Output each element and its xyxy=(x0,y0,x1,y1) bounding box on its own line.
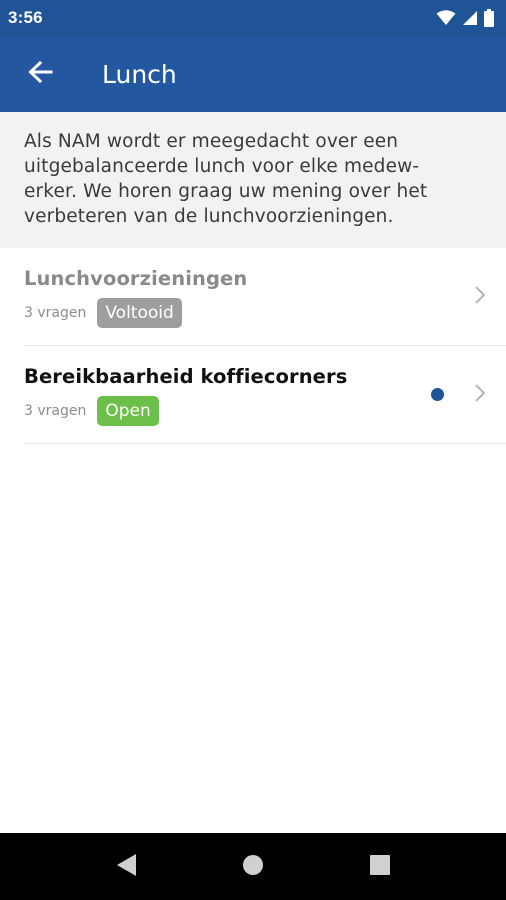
nav-home-button[interactable] xyxy=(213,833,293,900)
cellular-signal-icon xyxy=(462,10,478,26)
status-icons xyxy=(436,9,494,27)
survey-item-lunchvoorzieningen[interactable]: Lunchvoorzieningen 3 vragen Voltooid xyxy=(24,248,506,346)
question-count: 3 vragen xyxy=(24,305,87,321)
screen: 3:56 Lunch Als NAM wordt er meegedacht o xyxy=(0,0,506,900)
status-badge: Voltooid xyxy=(97,298,182,328)
status-bar: 3:56 xyxy=(0,0,506,36)
app-bar: Lunch xyxy=(0,36,506,112)
status-time: 3:56 xyxy=(8,8,43,27)
recents-square-icon xyxy=(370,854,390,879)
battery-icon xyxy=(484,9,494,27)
navigation-bar xyxy=(0,833,506,900)
intro-text: Als NAM wordt er meegedacht over een uit… xyxy=(0,112,506,248)
chevron-right-icon xyxy=(474,383,486,407)
intro-line: erker. We horen graag uw mening over het xyxy=(24,181,428,202)
nav-back-button[interactable] xyxy=(86,833,166,900)
back-button[interactable] xyxy=(0,36,80,112)
status-badge: Open xyxy=(97,396,159,426)
home-circle-icon xyxy=(242,854,264,880)
unread-dot xyxy=(431,388,444,401)
survey-title: Bereikbaarheid koffiecorners xyxy=(24,365,348,388)
survey-list: Lunchvoorzieningen 3 vragen Voltooid Ber… xyxy=(0,248,506,444)
page-title: Lunch xyxy=(102,59,177,89)
survey-title: Lunchvoorzieningen xyxy=(24,267,248,290)
survey-meta: 3 vragen Open xyxy=(24,396,159,426)
survey-meta: 3 vragen Voltooid xyxy=(24,298,182,328)
nav-recents-button[interactable] xyxy=(340,833,420,900)
intro-line: Als NAM wordt er meegedacht over een xyxy=(24,131,399,152)
intro-line: uitgebalanceerde lunch voor elke medew- xyxy=(24,156,420,177)
survey-item-bereikbaarheid-koffiecorners[interactable]: Bereikbaarheid koffiecorners 3 vragen Op… xyxy=(24,346,506,444)
back-triangle-icon xyxy=(115,853,137,881)
intro-line: verbeteren van de lunchvoorzieningen. xyxy=(24,206,394,227)
chevron-right-icon xyxy=(474,285,486,309)
wifi-icon xyxy=(436,10,456,26)
question-count: 3 vragen xyxy=(24,403,87,419)
arrow-left-icon xyxy=(27,60,53,88)
